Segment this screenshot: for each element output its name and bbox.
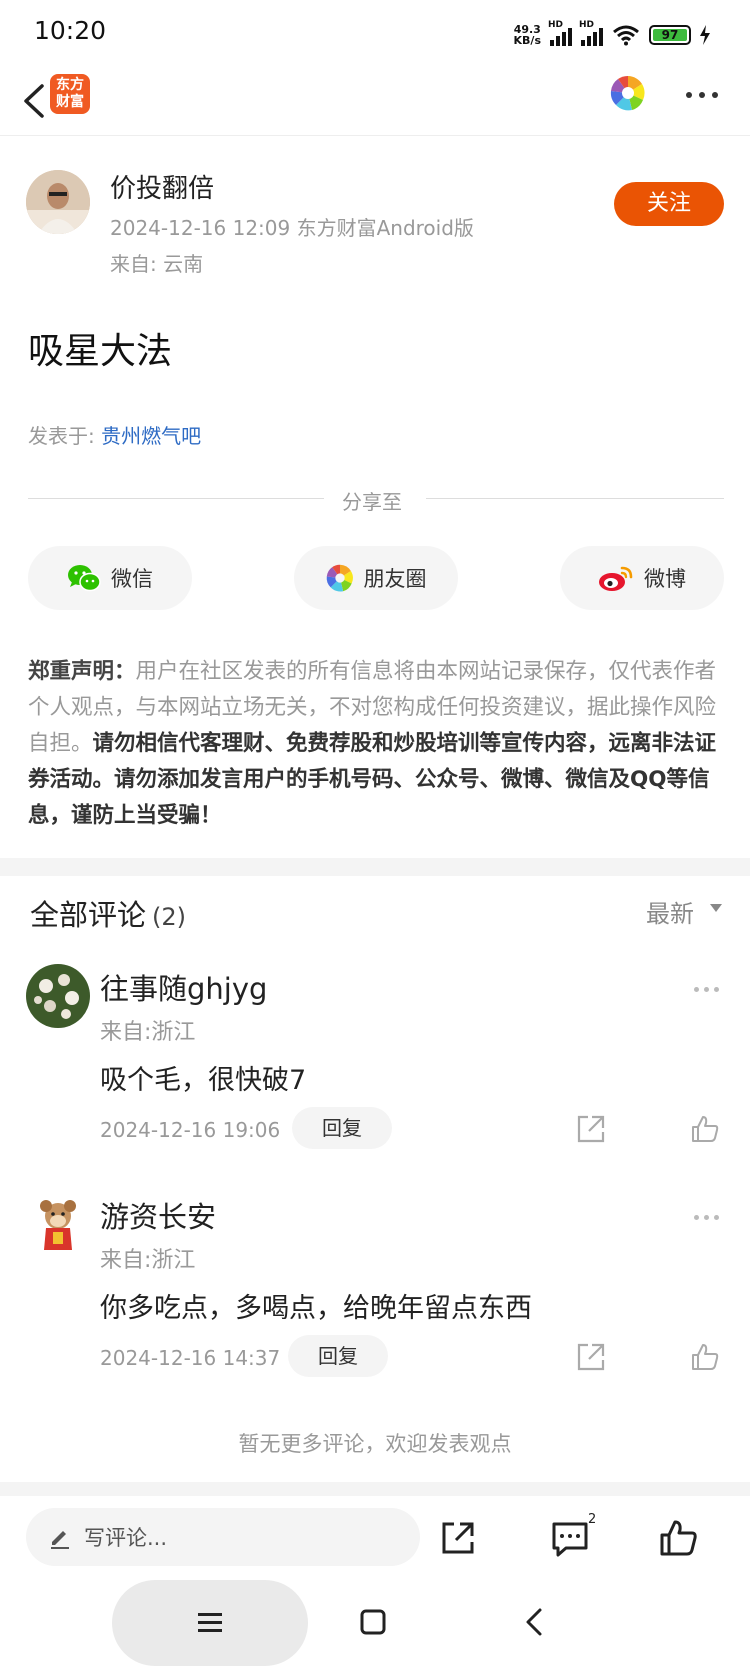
net-speed: 49.3 KB/s	[513, 23, 541, 47]
more-options-icon[interactable]	[686, 92, 718, 98]
menu-icon[interactable]	[196, 1608, 224, 1636]
status-bar: 10:20 49.3 KB/s HD HD 97	[0, 0, 750, 66]
divider-line	[426, 498, 724, 499]
posted-in: 发表于: 贵州燃气吧	[28, 424, 202, 448]
commenter-avatar[interactable]	[26, 964, 90, 1028]
divider-line	[28, 498, 324, 499]
post-location: 来自: 云南	[110, 252, 204, 276]
commenter-location: 来自:浙江	[100, 1248, 196, 1273]
share-comment-icon[interactable]	[576, 1114, 606, 1144]
moments-icon	[326, 564, 353, 592]
signal-icon: HD	[548, 20, 572, 46]
post-meta: 2024-12-16 12:09 东方财富Android版	[110, 216, 474, 240]
post-title: 吸星大法	[28, 331, 173, 372]
share-weibo-button[interactable]: 微博	[560, 546, 724, 610]
section-separator	[0, 858, 750, 876]
author-avatar[interactable]	[26, 170, 90, 234]
commenter-location: 来自:浙江	[100, 1020, 196, 1045]
pencil-icon	[51, 1531, 69, 1549]
stock-bar-link[interactable]: 贵州燃气吧	[101, 424, 201, 448]
commenter-name[interactable]: 游资长安	[100, 1194, 216, 1236]
commenter-avatar-image	[26, 964, 90, 1028]
comment-more-icon[interactable]	[694, 987, 719, 992]
comment-more-icon[interactable]	[694, 1215, 719, 1220]
no-more-comments: 暂无更多评论，欢迎发表观点	[238, 1432, 512, 1456]
share-label: 分享至	[342, 490, 402, 514]
reply-button[interactable]: 回复	[292, 1107, 392, 1149]
weibo-icon	[599, 566, 633, 591]
like-comment-icon[interactable]	[690, 1114, 720, 1144]
write-comment-input[interactable]: 写评论...	[26, 1508, 420, 1566]
like-icon[interactable]	[658, 1518, 698, 1558]
comments-count-badge: 2	[588, 1512, 597, 1527]
moments-pinwheel-icon[interactable]	[610, 75, 646, 111]
wechat-icon	[68, 565, 101, 592]
home-icon[interactable]	[358, 1607, 388, 1637]
comments-title: 全部评论 (2)	[30, 898, 187, 932]
nav-back-icon[interactable]	[522, 1606, 548, 1638]
signal-icon-2: HD	[579, 20, 603, 46]
commenter-name[interactable]: 往事随ghjyg	[100, 966, 267, 1008]
comment-time: 2024-12-16 19:06	[100, 1118, 281, 1142]
follow-button[interactable]: 关注	[614, 182, 724, 226]
battery-icon: 97	[649, 25, 691, 45]
wifi-icon	[613, 25, 639, 46]
share-moments-button[interactable]: 朋友圈	[294, 546, 458, 610]
status-time: 10:20	[34, 16, 107, 45]
share-wechat-button[interactable]: 微信	[28, 546, 192, 610]
section-separator	[0, 1482, 750, 1496]
disclaimer: 郑重声明：用户在社区发表的所有信息将由本网站记录保存，仅代表作者个人观点，与本网…	[28, 659, 717, 828]
caret-down-icon[interactable]	[710, 904, 722, 912]
reply-button[interactable]: 回复	[288, 1335, 388, 1377]
comment-time: 2024-12-16 14:37	[100, 1346, 281, 1370]
like-comment-icon[interactable]	[690, 1342, 720, 1372]
charging-icon	[700, 25, 710, 45]
sort-dropdown[interactable]: 最新	[646, 894, 694, 929]
commenter-avatar[interactable]	[26, 1192, 90, 1256]
author-name[interactable]: 价投翻倍	[110, 168, 214, 205]
comment-text: 吸个毛，很快破7	[100, 1065, 307, 1096]
app-logo: 东方 财富	[50, 74, 90, 114]
share-icon[interactable]	[440, 1520, 476, 1556]
commenter-avatar-image	[26, 1192, 90, 1256]
author-avatar-image	[26, 170, 90, 234]
comments-icon[interactable]	[550, 1518, 590, 1558]
share-comment-icon[interactable]	[576, 1342, 606, 1372]
status-icons: 49.3 KB/s HD HD 97	[514, 20, 710, 50]
comment-text: 你多吃点，多喝点，给晚年留点东西	[100, 1293, 532, 1324]
